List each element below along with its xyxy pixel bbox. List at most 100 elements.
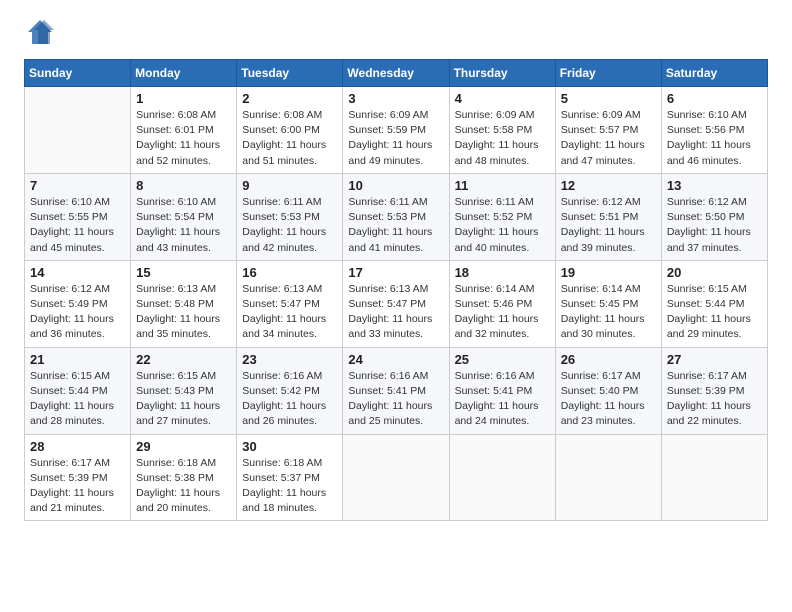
calendar-cell: 12 Sunrise: 6:12 AMSunset: 5:51 PMDayligh… <box>555 173 661 260</box>
day-info: Sunrise: 6:16 AMSunset: 5:41 PMDaylight:… <box>348 369 443 430</box>
weekday-header-monday: Monday <box>131 60 237 87</box>
day-number: 12 <box>561 178 656 193</box>
calendar-cell: 25 Sunrise: 6:16 AMSunset: 5:41 PMDayligh… <box>449 347 555 434</box>
day-info: Sunrise: 6:10 AMSunset: 5:55 PMDaylight:… <box>30 195 125 256</box>
day-info: Sunrise: 6:17 AMSunset: 5:39 PMDaylight:… <box>30 456 125 517</box>
calendar-cell: 21 Sunrise: 6:15 AMSunset: 5:44 PMDayligh… <box>25 347 131 434</box>
calendar-body: 1 Sunrise: 6:08 AMSunset: 6:01 PMDaylight… <box>25 87 768 521</box>
calendar-cell <box>555 434 661 521</box>
day-info: Sunrise: 6:15 AMSunset: 5:44 PMDaylight:… <box>30 369 125 430</box>
day-number: 11 <box>455 178 550 193</box>
calendar-cell: 19Sunrise: 6:14 AMSunset: 5:45 PMDayligh… <box>555 260 661 347</box>
logo-icon <box>26 18 54 46</box>
weekday-header-thursday: Thursday <box>449 60 555 87</box>
weekday-header-tuesday: Tuesday <box>237 60 343 87</box>
day-info: Sunrise: 6:18 AMSunset: 5:38 PMDaylight:… <box>136 456 231 517</box>
weekday-header-wednesday: Wednesday <box>343 60 449 87</box>
day-number: 21 <box>30 352 125 367</box>
day-number: 30 <box>242 439 337 454</box>
calendar-cell: 28 Sunrise: 6:17 AMSunset: 5:39 PMDayligh… <box>25 434 131 521</box>
calendar-cell: 20 Sunrise: 6:15 AMSunset: 5:44 PMDayligh… <box>661 260 767 347</box>
day-number: 19 <box>561 265 656 280</box>
day-info: Sunrise: 6:09 AMSunset: 5:58 PMDaylight:… <box>455 108 550 169</box>
calendar-cell: 16Sunrise: 6:13 AMSunset: 5:47 PMDayligh… <box>237 260 343 347</box>
calendar-cell: 3 Sunrise: 6:09 AMSunset: 5:59 PMDaylight… <box>343 87 449 174</box>
day-number: 2 <box>242 91 337 106</box>
day-info: Sunrise: 6:13 AMSunset: 5:47 PMDaylight:… <box>348 282 443 343</box>
calendar-cell: 7Sunrise: 6:10 AMSunset: 5:55 PMDaylight… <box>25 173 131 260</box>
calendar-cell: 30 Sunrise: 6:18 AMSunset: 5:37 PMDayligh… <box>237 434 343 521</box>
day-number: 5 <box>561 91 656 106</box>
calendar-cell <box>661 434 767 521</box>
calendar-week-3: 14 Sunrise: 6:12 AMSunset: 5:49 PMDayligh… <box>25 260 768 347</box>
calendar-cell: 13 Sunrise: 6:12 AMSunset: 5:50 PMDayligh… <box>661 173 767 260</box>
day-info: Sunrise: 6:10 AMSunset: 5:54 PMDaylight:… <box>136 195 231 256</box>
day-info: Sunrise: 6:16 AMSunset: 5:42 PMDaylight:… <box>242 369 337 430</box>
day-info: Sunrise: 6:17 AMSunset: 5:40 PMDaylight:… <box>561 369 656 430</box>
day-info: Sunrise: 6:15 AMSunset: 5:43 PMDaylight:… <box>136 369 231 430</box>
calendar-cell: 15 Sunrise: 6:13 AMSunset: 5:48 PMDayligh… <box>131 260 237 347</box>
calendar-cell: 4Sunrise: 6:09 AMSunset: 5:58 PMDaylight… <box>449 87 555 174</box>
day-number: 3 <box>348 91 443 106</box>
day-number: 28 <box>30 439 125 454</box>
day-info: Sunrise: 6:08 AMSunset: 6:01 PMDaylight:… <box>136 108 231 169</box>
calendar-cell: 27Sunrise: 6:17 AMSunset: 5:39 PMDayligh… <box>661 347 767 434</box>
day-number: 20 <box>667 265 762 280</box>
day-number: 13 <box>667 178 762 193</box>
day-info: Sunrise: 6:12 AMSunset: 5:49 PMDaylight:… <box>30 282 125 343</box>
calendar-cell: 18 Sunrise: 6:14 AMSunset: 5:46 PMDayligh… <box>449 260 555 347</box>
day-info: Sunrise: 6:14 AMSunset: 5:46 PMDaylight:… <box>455 282 550 343</box>
weekday-header-sunday: Sunday <box>25 60 131 87</box>
calendar-cell: 8 Sunrise: 6:10 AMSunset: 5:54 PMDaylight… <box>131 173 237 260</box>
day-info: Sunrise: 6:11 AMSunset: 5:53 PMDaylight:… <box>242 195 337 256</box>
day-info: Sunrise: 6:08 AMSunset: 6:00 PMDaylight:… <box>242 108 337 169</box>
day-info: Sunrise: 6:15 AMSunset: 5:44 PMDaylight:… <box>667 282 762 343</box>
calendar-week-2: 7Sunrise: 6:10 AMSunset: 5:55 PMDaylight… <box>25 173 768 260</box>
day-number: 27 <box>667 352 762 367</box>
weekday-header-friday: Friday <box>555 60 661 87</box>
day-number: 17 <box>348 265 443 280</box>
day-info: Sunrise: 6:09 AMSunset: 5:59 PMDaylight:… <box>348 108 443 169</box>
day-number: 14 <box>30 265 125 280</box>
calendar-cell: 10 Sunrise: 6:11 AMSunset: 5:53 PMDayligh… <box>343 173 449 260</box>
calendar-cell: 24 Sunrise: 6:16 AMSunset: 5:41 PMDayligh… <box>343 347 449 434</box>
day-number: 9 <box>242 178 337 193</box>
day-info: Sunrise: 6:11 AMSunset: 5:53 PMDaylight:… <box>348 195 443 256</box>
day-number: 24 <box>348 352 443 367</box>
calendar-week-1: 1 Sunrise: 6:08 AMSunset: 6:01 PMDaylight… <box>25 87 768 174</box>
day-info: Sunrise: 6:12 AMSunset: 5:50 PMDaylight:… <box>667 195 762 256</box>
calendar-cell: 6Sunrise: 6:10 AMSunset: 5:56 PMDaylight… <box>661 87 767 174</box>
calendar-cell <box>449 434 555 521</box>
calendar-cell: 29 Sunrise: 6:18 AMSunset: 5:38 PMDayligh… <box>131 434 237 521</box>
day-info: Sunrise: 6:11 AMSunset: 5:52 PMDaylight:… <box>455 195 550 256</box>
calendar-cell: 23Sunrise: 6:16 AMSunset: 5:42 PMDayligh… <box>237 347 343 434</box>
day-number: 22 <box>136 352 231 367</box>
calendar-week-4: 21 Sunrise: 6:15 AMSunset: 5:44 PMDayligh… <box>25 347 768 434</box>
day-info: Sunrise: 6:16 AMSunset: 5:41 PMDaylight:… <box>455 369 550 430</box>
calendar-cell: 9 Sunrise: 6:11 AMSunset: 5:53 PMDaylight… <box>237 173 343 260</box>
page-header <box>24 20 768 51</box>
day-number: 26 <box>561 352 656 367</box>
day-number: 25 <box>455 352 550 367</box>
day-info: Sunrise: 6:18 AMSunset: 5:37 PMDaylight:… <box>242 456 337 517</box>
day-number: 8 <box>136 178 231 193</box>
day-number: 15 <box>136 265 231 280</box>
day-number: 1 <box>136 91 231 106</box>
day-number: 10 <box>348 178 443 193</box>
weekday-header-saturday: Saturday <box>661 60 767 87</box>
weekday-header-row: SundayMondayTuesdayWednesdayThursdayFrid… <box>25 60 768 87</box>
calendar-cell <box>25 87 131 174</box>
calendar-header: SundayMondayTuesdayWednesdayThursdayFrid… <box>25 60 768 87</box>
day-info: Sunrise: 6:09 AMSunset: 5:57 PMDaylight:… <box>561 108 656 169</box>
day-number: 29 <box>136 439 231 454</box>
calendar-cell: 22 Sunrise: 6:15 AMSunset: 5:43 PMDayligh… <box>131 347 237 434</box>
calendar-cell: 1 Sunrise: 6:08 AMSunset: 6:01 PMDaylight… <box>131 87 237 174</box>
calendar-cell <box>343 434 449 521</box>
day-info: Sunrise: 6:13 AMSunset: 5:48 PMDaylight:… <box>136 282 231 343</box>
calendar-cell: 2 Sunrise: 6:08 AMSunset: 6:00 PMDaylight… <box>237 87 343 174</box>
day-info: Sunrise: 6:12 AMSunset: 5:51 PMDaylight:… <box>561 195 656 256</box>
logo <box>24 20 54 51</box>
day-number: 18 <box>455 265 550 280</box>
day-info: Sunrise: 6:13 AMSunset: 5:47 PMDaylight:… <box>242 282 337 343</box>
day-info: Sunrise: 6:10 AMSunset: 5:56 PMDaylight:… <box>667 108 762 169</box>
